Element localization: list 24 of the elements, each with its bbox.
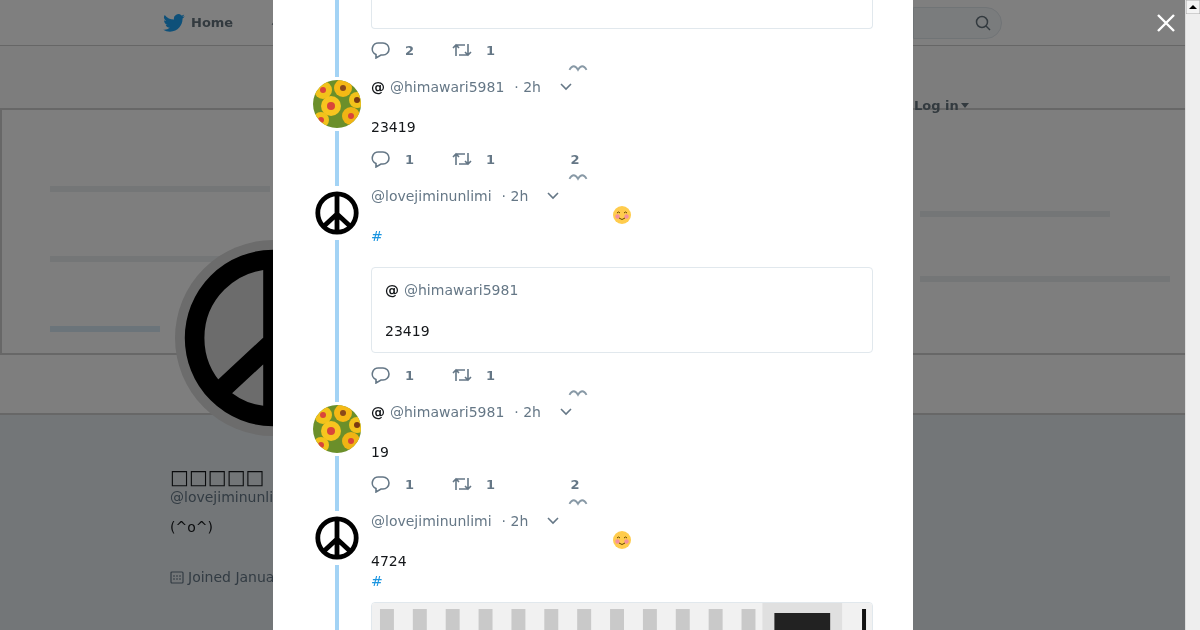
- calendar-icon: [170, 570, 184, 584]
- close-icon: [1155, 12, 1177, 34]
- retweet-button[interactable]: 1: [452, 475, 565, 493]
- profile-bio: (^o^): [170, 519, 213, 535]
- bird-icon: [163, 13, 185, 32]
- tweet-text: 4724: [371, 553, 407, 569]
- user-handle[interactable]: @lovejiminunlimi: [371, 513, 492, 529]
- tweet-text: 19: [371, 444, 389, 460]
- home-tab[interactable]: Home: [163, 13, 234, 32]
- search-field[interactable]: [913, 7, 1002, 39]
- hashtag-link[interactable]: #: [371, 573, 383, 589]
- scrollbar[interactable]: [1185, 0, 1200, 630]
- up-arrow-icon[interactable]: [1186, 0, 1200, 14]
- peace-sign-icon: [313, 514, 361, 562]
- join-date: Joined Janua: [188, 569, 275, 585]
- retweet-icon: [452, 475, 472, 493]
- reply-button[interactable]: 1: [371, 475, 452, 493]
- close-button[interactable]: [1155, 12, 1177, 34]
- search-icon: [975, 15, 991, 31]
- timestamp: · 2h: [501, 513, 529, 529]
- profile-name: □□□□□: [170, 465, 265, 489]
- profile-handle: @lovejiminunli: [170, 489, 274, 505]
- reply-icon: [371, 475, 391, 493]
- like-count[interactable]: 2: [570, 476, 580, 492]
